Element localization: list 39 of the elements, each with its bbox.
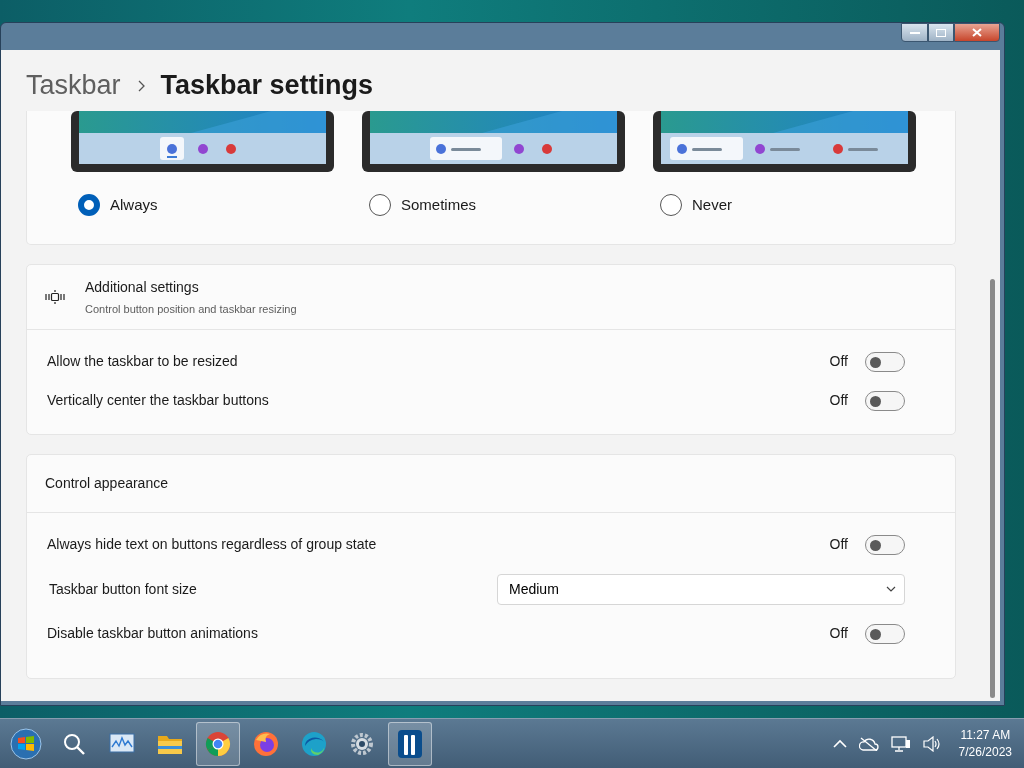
maximize-icon (936, 28, 946, 37)
toggle-state-text: Off (829, 624, 848, 643)
network-icon[interactable] (890, 735, 911, 752)
setting-label: Vertically center the taskbar buttons (47, 391, 270, 410)
chevron-right-icon (136, 79, 145, 92)
taskbar-resize-icon (45, 288, 65, 305)
scrollbar-thumb[interactable] (990, 279, 995, 698)
toggle-state-text: Off (829, 535, 848, 554)
toggle-switch[interactable] (865, 351, 905, 372)
maximize-button[interactable] (928, 23, 954, 42)
chevron-up-icon[interactable] (832, 739, 847, 748)
toggle-switch[interactable] (865, 390, 905, 411)
setting-label: Disable taskbar button animations (47, 624, 259, 643)
setting-label: Always hide text on buttons regardless of group state (47, 535, 378, 554)
section-description: Control button position and taskbar resizing (85, 301, 297, 317)
volume-icon[interactable] (922, 735, 941, 752)
breadcrumb-link[interactable]: Taskbar (26, 65, 121, 106)
radio-option[interactable]: Never (653, 194, 916, 217)
radio-option[interactable]: Sometimes (362, 194, 625, 217)
toggle-switch[interactable] (865, 623, 905, 644)
toggle-switch[interactable] (865, 534, 905, 555)
font-size-dropdown[interactable]: Medium (497, 573, 905, 605)
setting-label: Taskbar button font size (48, 579, 198, 599)
section-title: Additional settings (85, 277, 200, 297)
clock-time[interactable]: 11:27 AM (958, 727, 1012, 744)
toggle-state-text: Off (829, 391, 848, 410)
app-icon[interactable] (388, 721, 432, 766)
toggle-state-text: Off (829, 352, 848, 371)
clock-date[interactable]: 7/26/2023 (958, 743, 1012, 760)
cloud-offline-icon[interactable] (858, 736, 879, 751)
browser-icon[interactable] (196, 721, 240, 766)
radio-option[interactable]: Always (71, 194, 334, 217)
section-title: Control appearance (45, 474, 168, 493)
close-button[interactable] (954, 23, 1000, 42)
minimize-button[interactable] (901, 23, 928, 42)
page-title: Taskbar settings (160, 69, 374, 103)
close-icon (972, 28, 982, 37)
setting-label: Allow the taskbar to be resized (47, 352, 239, 371)
chevron-down-icon (886, 586, 896, 592)
